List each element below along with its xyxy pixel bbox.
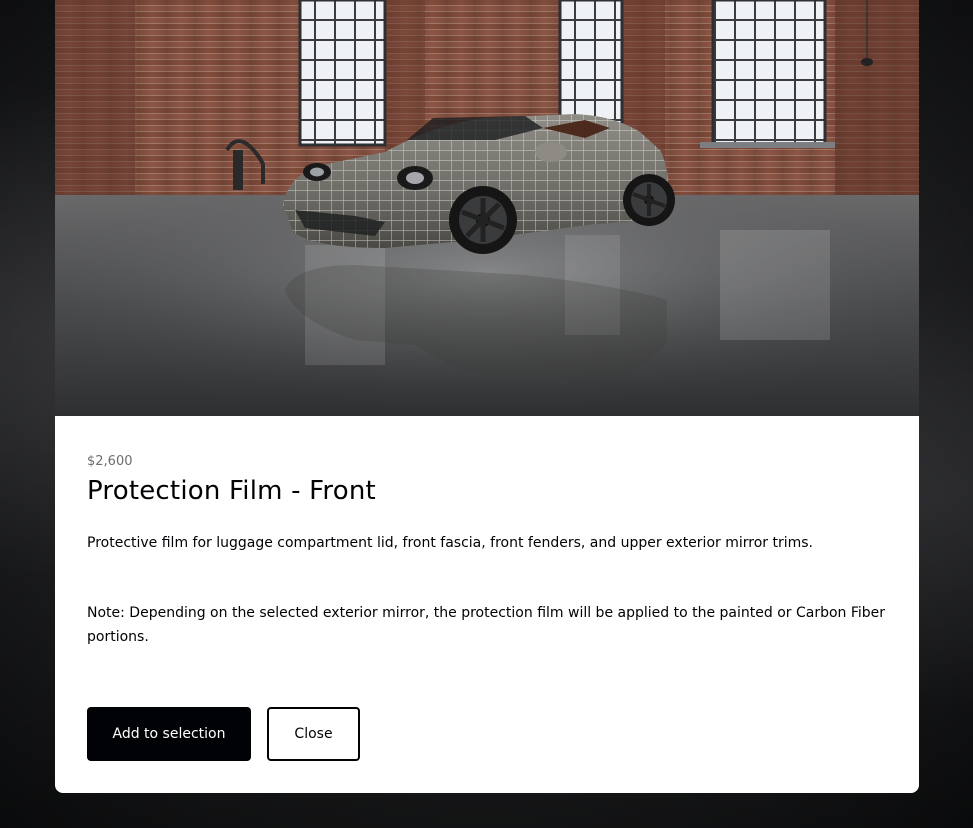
close-button[interactable]: Close [267,707,360,761]
product-price: $2,600 [87,454,133,469]
product-note: Note: Depending on the selected exterior… [87,605,886,645]
product-description: Protective film for luggage compartment … [87,535,813,551]
product-detail-modal: $2,600 Protection Film - Front Protectiv… [55,0,919,793]
modal-actions: Add to selection Close [87,707,360,761]
product-title: Protection Film - Front [87,476,376,506]
add-to-selection-button[interactable]: Add to selection [87,707,251,761]
product-hero-image [55,0,919,416]
